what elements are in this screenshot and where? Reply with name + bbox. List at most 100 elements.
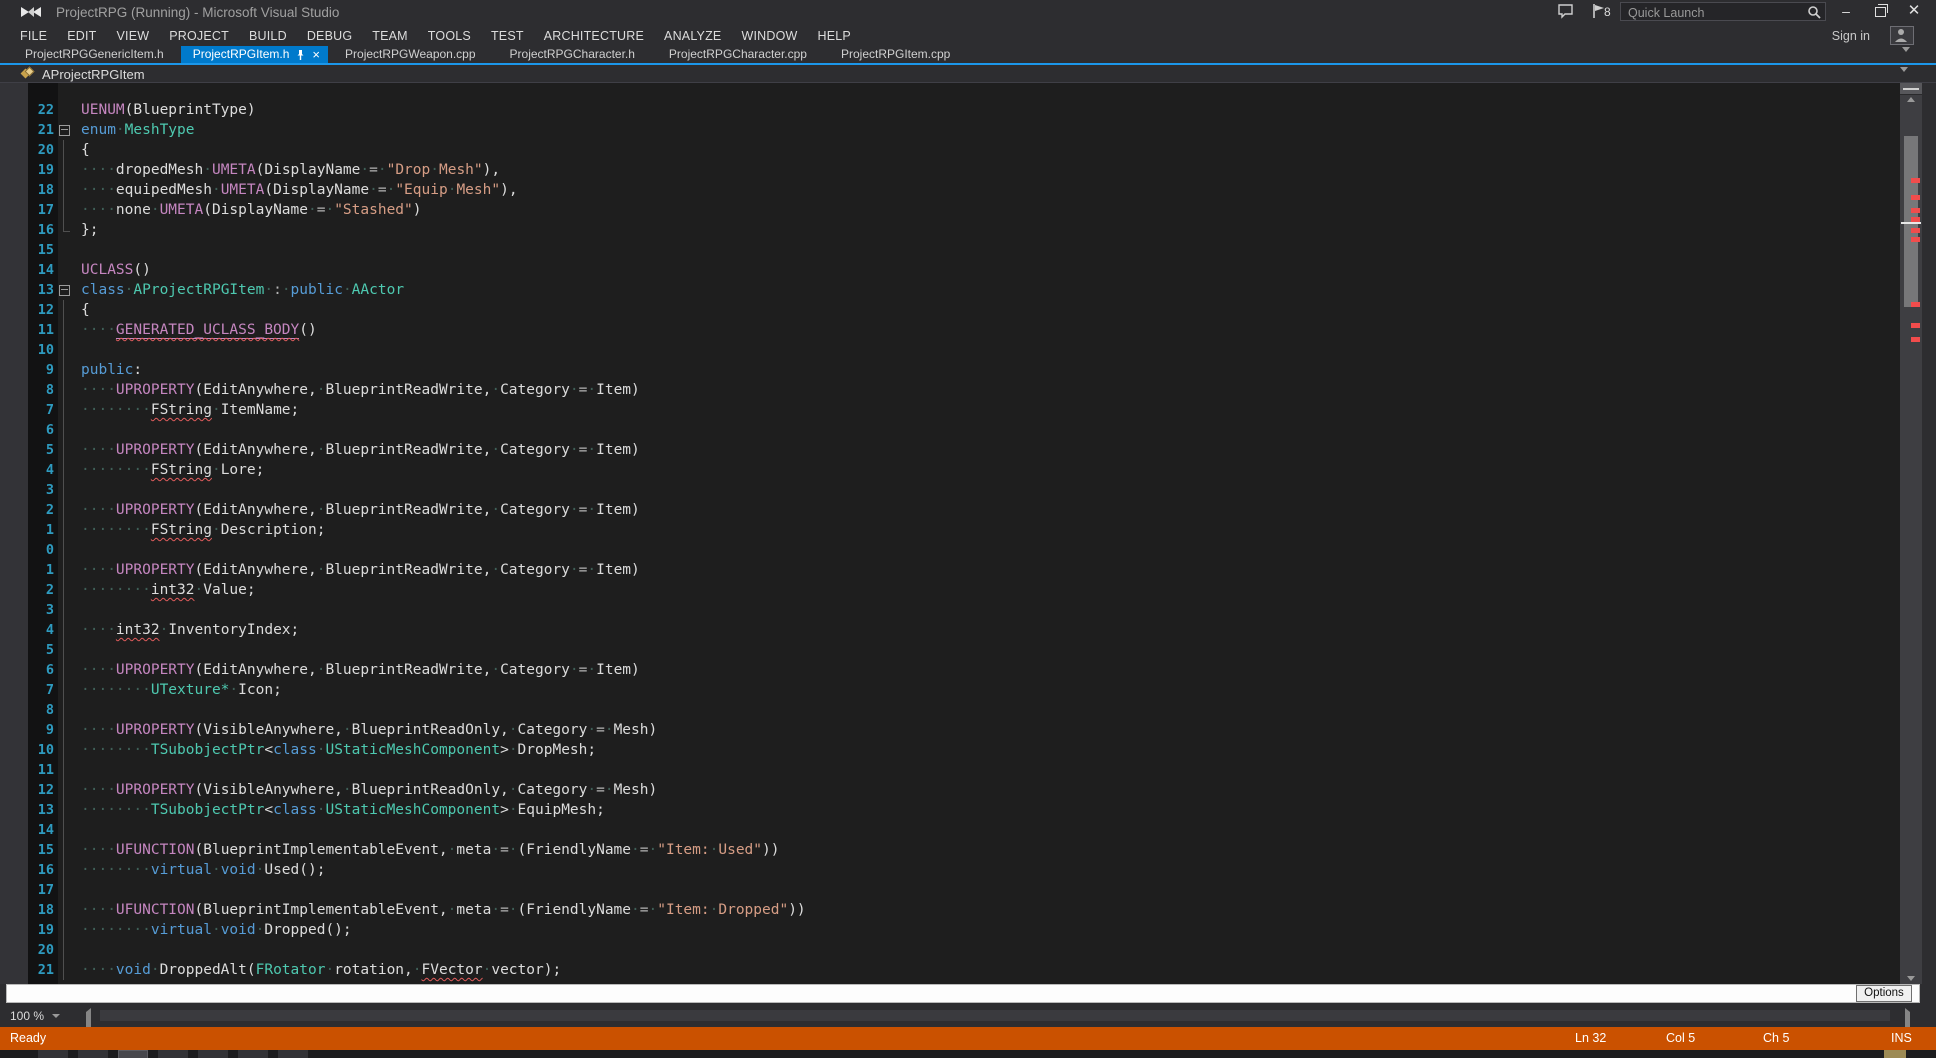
line-number[interactable]: 16	[28, 860, 54, 880]
tab-projectrpgitem-h[interactable]: ProjectRPGItem.h×	[181, 46, 328, 63]
line-number[interactable]: 13	[28, 280, 54, 300]
pin-icon[interactable]	[296, 49, 305, 61]
line-number[interactable]: 10	[28, 340, 54, 360]
outline-box-glyph[interactable]	[58, 280, 78, 300]
breakpoint-cell[interactable]	[0, 740, 28, 760]
line-number[interactable]: 14	[28, 820, 54, 840]
code-line[interactable]: 0	[0, 540, 1900, 560]
line-number[interactable]: 5	[28, 440, 54, 460]
taskbar-icon[interactable]	[238, 1050, 268, 1058]
menu-item-team[interactable]: TEAM	[362, 29, 418, 43]
close-button[interactable]: ✕	[1900, 0, 1928, 22]
line-number[interactable]: 12	[28, 300, 54, 320]
vertical-scrollbar[interactable]	[1900, 83, 1922, 984]
code-line[interactable]: 3	[0, 600, 1900, 620]
menu-item-view[interactable]: VIEW	[106, 29, 159, 43]
code-line[interactable]: 13 class·AProjectRPGItem·:·public·AActor	[0, 280, 1900, 300]
code-lines[interactable]: 22UENUM(BlueprintType)21enum·MeshType20{…	[0, 100, 1900, 980]
line-number[interactable]: 7	[28, 400, 54, 420]
code-text[interactable]	[78, 240, 81, 260]
breakpoint-cell[interactable]	[0, 120, 28, 140]
breakpoint-cell[interactable]	[0, 660, 28, 680]
code-text[interactable]: ····UPROPERTY(EditAnywhere,·BlueprintRea…	[78, 500, 640, 520]
windows-taskbar[interactable]	[0, 1050, 1936, 1058]
code-line[interactable]: 2····UPROPERTY(EditAnywhere,·BlueprintRe…	[0, 500, 1900, 520]
code-line[interactable]: 5	[0, 640, 1900, 660]
menu-item-build[interactable]: BUILD	[239, 29, 297, 43]
code-text[interactable]: ····UPROPERTY(VisibleAnywhere,·Blueprint…	[78, 720, 657, 740]
breakpoint-cell[interactable]	[0, 820, 28, 840]
code-line[interactable]: 18 ····equipedMesh·UMETA(DisplayName·=·"E…	[0, 180, 1900, 200]
taskbar-icon[interactable]	[198, 1050, 228, 1058]
line-number[interactable]: 9	[28, 720, 54, 740]
code-line[interactable]: 17····none·UMETA(DisplayName·=·"Stashed"…	[0, 200, 1900, 220]
scroll-up-arrow[interactable]	[1900, 94, 1922, 105]
breakpoint-cell[interactable]	[0, 260, 28, 280]
zoom-level[interactable]: 100 %	[10, 1009, 44, 1023]
code-line[interactable]: 8	[0, 700, 1900, 720]
navigation-bar[interactable]: AProjectRPGItem	[0, 65, 1936, 83]
code-text[interactable]: ····none·UMETA(DisplayName·=·"Stashed")	[78, 200, 422, 220]
breakpoint-cell[interactable]	[0, 800, 28, 820]
breakpoint-cell[interactable]	[0, 680, 28, 700]
code-line[interactable]: 14	[0, 820, 1900, 840]
code-line[interactable]: 19········virtual·void·Dropped();	[0, 920, 1900, 940]
code-text[interactable]: ····equipedMesh·UMETA(DisplayName·=·"Equ…	[78, 180, 518, 200]
code-line[interactable]: 9public:	[0, 360, 1900, 380]
code-editor[interactable]: 22UENUM(BlueprintType)21enum·MeshType20{…	[0, 83, 1936, 984]
code-text[interactable]: ····UPROPERTY(EditAnywhere,·BlueprintRea…	[78, 560, 640, 580]
code-text[interactable]	[78, 340, 81, 360]
menu-item-test[interactable]: TEST	[481, 29, 534, 43]
breakpoint-cell[interactable]	[0, 780, 28, 800]
code-text[interactable]: UCLASS()	[78, 260, 151, 280]
menu-item-analyze[interactable]: ANALYZE	[654, 29, 731, 43]
code-line[interactable]: 7········UTexture*·Icon;	[0, 680, 1900, 700]
breakpoint-cell[interactable]	[0, 720, 28, 740]
code-text[interactable]: ········virtual·void·Dropped();	[78, 920, 352, 940]
line-number[interactable]: 18	[28, 180, 54, 200]
tab-projectrpggenericitem-h[interactable]: ProjectRPGGenericItem.h	[8, 46, 181, 63]
menu-item-file[interactable]: FILE	[10, 29, 57, 43]
code-text[interactable]: ····UPROPERTY(EditAnywhere,·BlueprintRea…	[78, 660, 640, 680]
taskbar-icon[interactable]	[278, 1050, 308, 1058]
horizontal-scrollbar-thumb[interactable]	[100, 1010, 1890, 1021]
code-text[interactable]: ········TSubobjectPtr<class·UStaticMeshC…	[78, 800, 605, 820]
code-line[interactable]: 13 ········TSubobjectPtr<class·UStaticMes…	[0, 800, 1900, 820]
line-number[interactable]: 10	[28, 740, 54, 760]
options-button[interactable]: Options	[1856, 985, 1912, 1002]
code-text[interactable]: ····UFUNCTION(BlueprintImplementableEven…	[78, 840, 779, 860]
scroll-down-arrow[interactable]	[1900, 973, 1922, 984]
code-text[interactable]	[78, 480, 81, 500]
quick-launch-input[interactable]	[1626, 4, 1800, 21]
code-line[interactable]: 21enum·MeshType	[0, 120, 1900, 140]
menu-item-help[interactable]: HELP	[808, 29, 861, 43]
line-number[interactable]: 1	[28, 560, 54, 580]
breakpoint-cell[interactable]	[0, 960, 28, 980]
breakpoint-cell[interactable]	[0, 400, 28, 420]
line-number[interactable]: 13	[28, 800, 54, 820]
close-icon[interactable]: ×	[312, 48, 320, 61]
code-line[interactable]: 6	[0, 420, 1900, 440]
tab-projectrpgweapon-cpp[interactable]: ProjectRPGWeapon.cpp	[328, 46, 493, 63]
tab-projectrpgcharacter-cpp[interactable]: ProjectRPGCharacter.cpp	[652, 46, 824, 63]
chevron-down-icon[interactable]	[52, 1014, 60, 1018]
line-number[interactable]: 15	[28, 840, 54, 860]
code-text[interactable]: class·AProjectRPGItem·:·public·AActor	[78, 280, 404, 300]
breakpoint-cell[interactable]	[0, 380, 28, 400]
breakpoint-cell[interactable]	[0, 320, 28, 340]
breakpoint-cell[interactable]	[0, 620, 28, 640]
breakpoint-cell[interactable]	[0, 200, 28, 220]
taskbar-icon[interactable]	[38, 1050, 68, 1058]
breakpoint-cell[interactable]	[0, 300, 28, 320]
line-number[interactable]: 6	[28, 420, 54, 440]
code-text[interactable]: enum·MeshType	[78, 120, 195, 140]
code-line[interactable]: 18····UFUNCTION(BlueprintImplementableEv…	[0, 900, 1900, 920]
code-text[interactable]: ····dropedMesh·UMETA(DisplayName·=·"Drop…	[78, 160, 500, 180]
code-text[interactable]	[78, 760, 81, 780]
code-text[interactable]	[78, 540, 81, 560]
code-text[interactable]: ····void·DroppedAlt(FRotator·rotation,·F…	[78, 960, 561, 980]
code-text[interactable]	[78, 820, 81, 840]
breakpoint-cell[interactable]	[0, 880, 28, 900]
code-line[interactable]: 22UENUM(BlueprintType)	[0, 100, 1900, 120]
line-number[interactable]: 1	[28, 520, 54, 540]
